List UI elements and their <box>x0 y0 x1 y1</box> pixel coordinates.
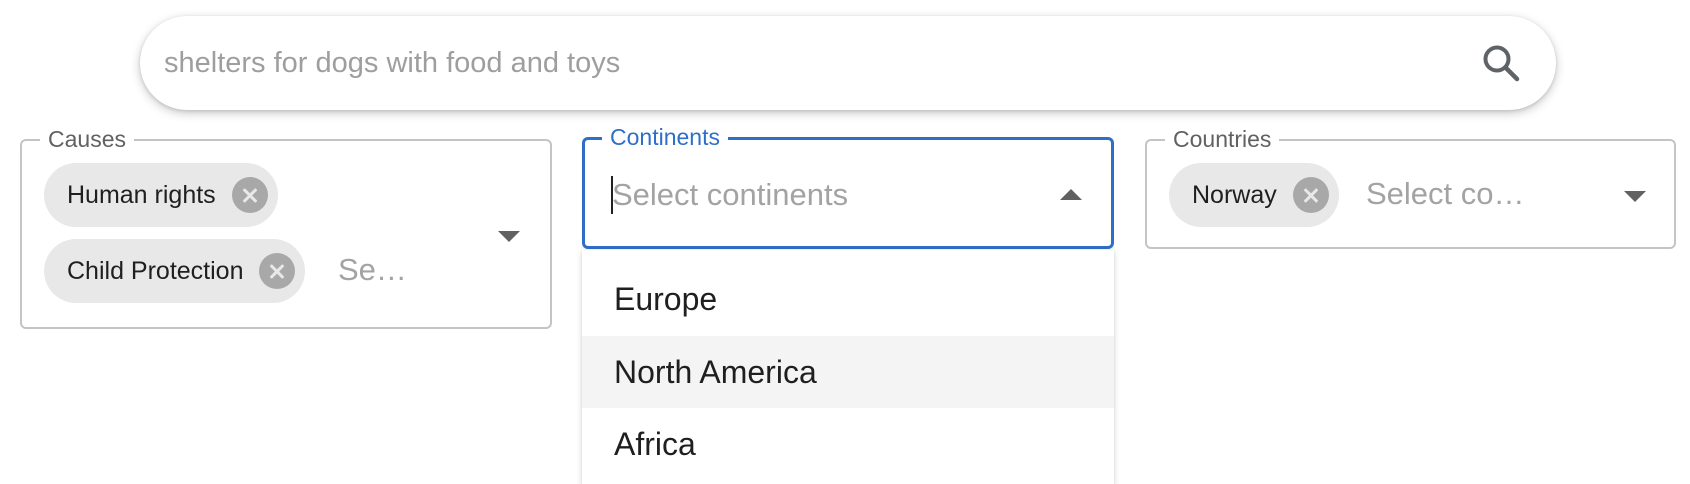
chip-label: Child Protection <box>67 256 244 285</box>
countries-input[interactable] <box>1366 174 1566 214</box>
chevron-down-icon[interactable] <box>1624 191 1646 202</box>
continents-field[interactable]: Continents <box>582 123 1114 249</box>
chip-remove-icon[interactable] <box>1292 177 1329 213</box>
search-input[interactable] <box>164 40 1444 86</box>
causes-input[interactable] <box>338 250 458 290</box>
option-north-america[interactable]: North America <box>582 336 1114 408</box>
chevron-up-icon[interactable] <box>1060 189 1082 200</box>
chip-norway: Norway <box>1169 163 1339 227</box>
chevron-down-icon[interactable] <box>498 231 520 242</box>
chip-child-protection: Child Protection <box>44 239 306 303</box>
continents-label: Continents <box>602 123 728 151</box>
search-bar <box>140 16 1556 110</box>
chip-remove-icon[interactable] <box>259 253 296 289</box>
search-icon[interactable] <box>1480 42 1522 84</box>
causes-field[interactable]: Causes Human rights Child Protection <box>20 125 552 329</box>
continents-listbox: Europe North America Africa <box>582 250 1114 484</box>
countries-label: Countries <box>1165 125 1280 153</box>
chip-label: Norway <box>1192 180 1277 209</box>
option-africa[interactable]: Africa <box>582 408 1114 480</box>
chip-label: Human rights <box>67 180 216 209</box>
page: Causes Human rights Child Protection Con… <box>0 0 1690 484</box>
continents-input[interactable] <box>612 175 1032 215</box>
causes-label: Causes <box>40 125 134 153</box>
option-europe[interactable]: Europe <box>582 263 1114 335</box>
chip-human-rights: Human rights <box>44 163 278 227</box>
chip-remove-icon[interactable] <box>231 177 268 213</box>
countries-field[interactable]: Countries Norway <box>1145 125 1676 249</box>
